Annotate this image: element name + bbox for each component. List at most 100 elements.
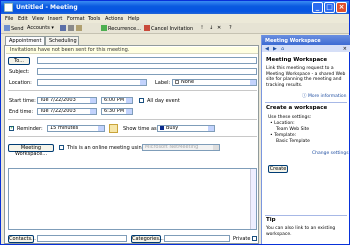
reminder-select[interactable]: 15 minutes	[47, 125, 105, 132]
label-select[interactable]: None	[172, 79, 257, 86]
create-button[interactable]: Create	[268, 165, 288, 173]
importance-high-icon[interactable]: !	[201, 25, 203, 31]
menu-bar: File Edit View Insert Format Tools Actio…	[1, 14, 349, 23]
close-pane-icon[interactable]: ×	[343, 46, 347, 52]
setting-location-label: • Location:	[270, 121, 295, 126]
send-icon	[4, 25, 10, 31]
reminder-checkbox[interactable]	[9, 125, 14, 131]
divider	[8, 90, 257, 91]
tip-title: Tip	[266, 217, 276, 223]
chevron-down-icon[interactable]	[90, 109, 96, 114]
divider	[8, 119, 257, 120]
all-day-checkbox[interactable]	[139, 98, 144, 103]
chevron-down-icon[interactable]	[208, 126, 214, 131]
info-bar: Invitations have not been sent for this …	[6, 47, 258, 54]
reminder-sound-icon[interactable]	[109, 124, 118, 133]
menu-format[interactable]: Format	[67, 16, 85, 22]
meeting-workspace-pane: Meeting Workspace ◀ ▶ ⌂ × Meeting Worksp…	[261, 35, 350, 244]
menu-edit[interactable]: Edit	[18, 16, 28, 22]
maximize-button[interactable]: □	[324, 2, 335, 13]
private-label: Private	[233, 236, 251, 242]
menu-insert[interactable]: Insert	[48, 16, 62, 22]
menu-file[interactable]: File	[5, 16, 13, 22]
minimize-button[interactable]: _	[312, 2, 323, 13]
settings-intro: Use these settings:	[268, 115, 312, 120]
private-checkbox[interactable]	[252, 236, 257, 241]
title-bar[interactable]: Untitled - Meeting _ □ ×	[1, 1, 349, 14]
categories-field[interactable]	[164, 235, 230, 242]
appointment-form: Invitations have not been sent for this …	[4, 45, 259, 244]
more-information-link[interactable]: ⓘ More information	[302, 93, 347, 99]
contacts-button[interactable]: Contacts...	[8, 235, 36, 243]
online-meeting-label: This is an online meeting using:	[67, 145, 147, 151]
change-settings-link[interactable]: Change settings	[312, 151, 349, 156]
to-field[interactable]	[37, 57, 257, 64]
back-icon[interactable]: ◀	[265, 46, 269, 52]
send-button[interactable]: Send	[4, 25, 24, 32]
chevron-down-icon[interactable]	[98, 126, 104, 131]
pane-title: Meeting Workspace	[262, 35, 350, 45]
show-time-select[interactable]: Busy	[157, 125, 215, 132]
online-meeting-select: Microsoft NetMeeting	[142, 144, 220, 151]
accounts-button[interactable]: Accounts ▾	[27, 25, 54, 31]
recurrence-button[interactable]: Recurrence...	[101, 25, 141, 32]
divider	[265, 215, 347, 216]
end-time-field[interactable]: 6:30 PM	[101, 108, 133, 115]
section-meeting-workspace-text: Link this meeting request to a Meeting W…	[266, 66, 346, 88]
start-time-field[interactable]: 6:00 PM	[101, 97, 133, 104]
window-title: Untitled - Meeting	[16, 4, 78, 11]
pane-nav-bar: ◀ ▶ ⌂ ×	[262, 45, 350, 52]
contacts-field[interactable]	[37, 235, 127, 242]
cancel-invitation-icon	[144, 25, 150, 31]
chevron-down-icon[interactable]	[126, 98, 132, 103]
to-button[interactable]: To...	[8, 57, 30, 65]
delete-icon[interactable]: ✕	[217, 25, 221, 31]
reminder-label: Reminder:	[17, 126, 43, 132]
home-icon[interactable]: ⌂	[281, 46, 284, 52]
save-icon[interactable]	[60, 25, 67, 32]
importance-low-icon[interactable]: ↓	[209, 25, 213, 31]
subject-label: Subject:	[9, 69, 30, 75]
meeting-window: Untitled - Meeting _ □ × File Edit View …	[0, 0, 350, 245]
tip-text: You can also link to an existing workspa…	[266, 226, 336, 237]
subject-field[interactable]	[37, 68, 257, 75]
chevron-down-icon[interactable]	[250, 80, 256, 85]
menu-tools[interactable]: Tools	[88, 16, 100, 22]
scrollbar[interactable]	[250, 169, 256, 229]
section-create-workspace-title: Create a workspace	[266, 105, 328, 111]
menu-help[interactable]: Help	[128, 16, 139, 22]
setting-template-label: • Template:	[270, 133, 297, 138]
chevron-down-icon[interactable]	[90, 98, 96, 103]
meeting-app-icon	[4, 3, 13, 12]
cancel-invitation-button[interactable]: Cancel Invitation	[144, 25, 193, 32]
notes-body[interactable]	[8, 168, 257, 230]
start-date-field[interactable]: Tue 7/22/2003	[37, 97, 97, 104]
online-meeting-checkbox[interactable]	[59, 145, 64, 150]
chevron-down-icon[interactable]	[126, 109, 132, 114]
all-day-label: All day event	[147, 98, 180, 104]
menu-actions[interactable]: Actions	[105, 16, 123, 22]
label-label: Label:	[155, 80, 171, 86]
standard-toolbar: Send Accounts ▾ Recurrence... Cancel Inv…	[1, 23, 349, 34]
attach-icon[interactable]	[76, 25, 83, 32]
menu-view[interactable]: View	[32, 16, 44, 22]
divider	[265, 102, 347, 103]
divider	[8, 136, 257, 137]
setting-location-value: Team Web Site	[276, 127, 310, 132]
setting-template-value: Basic Template	[276, 139, 310, 144]
section-meeting-workspace-title: Meeting Workspace	[266, 57, 328, 63]
start-time-label: Start time:	[9, 98, 36, 104]
tab-scheduling[interactable]: Scheduling	[45, 36, 79, 45]
forward-icon[interactable]: ▶	[273, 46, 277, 52]
categories-button[interactable]: Categories...	[131, 235, 164, 243]
meeting-workspace-button[interactable]: Meeting Workspace...	[8, 144, 54, 157]
recurrence-icon	[101, 25, 107, 31]
help-icon[interactable]: ?	[229, 25, 232, 31]
end-date-field[interactable]: Tue 7/22/2003	[37, 108, 97, 115]
info-icon: ⓘ	[302, 94, 307, 99]
chevron-down-icon[interactable]	[140, 80, 146, 85]
print-icon[interactable]	[68, 25, 75, 32]
end-time-label: End time:	[9, 109, 34, 115]
close-button[interactable]: ×	[336, 2, 347, 13]
location-field[interactable]	[37, 79, 147, 86]
